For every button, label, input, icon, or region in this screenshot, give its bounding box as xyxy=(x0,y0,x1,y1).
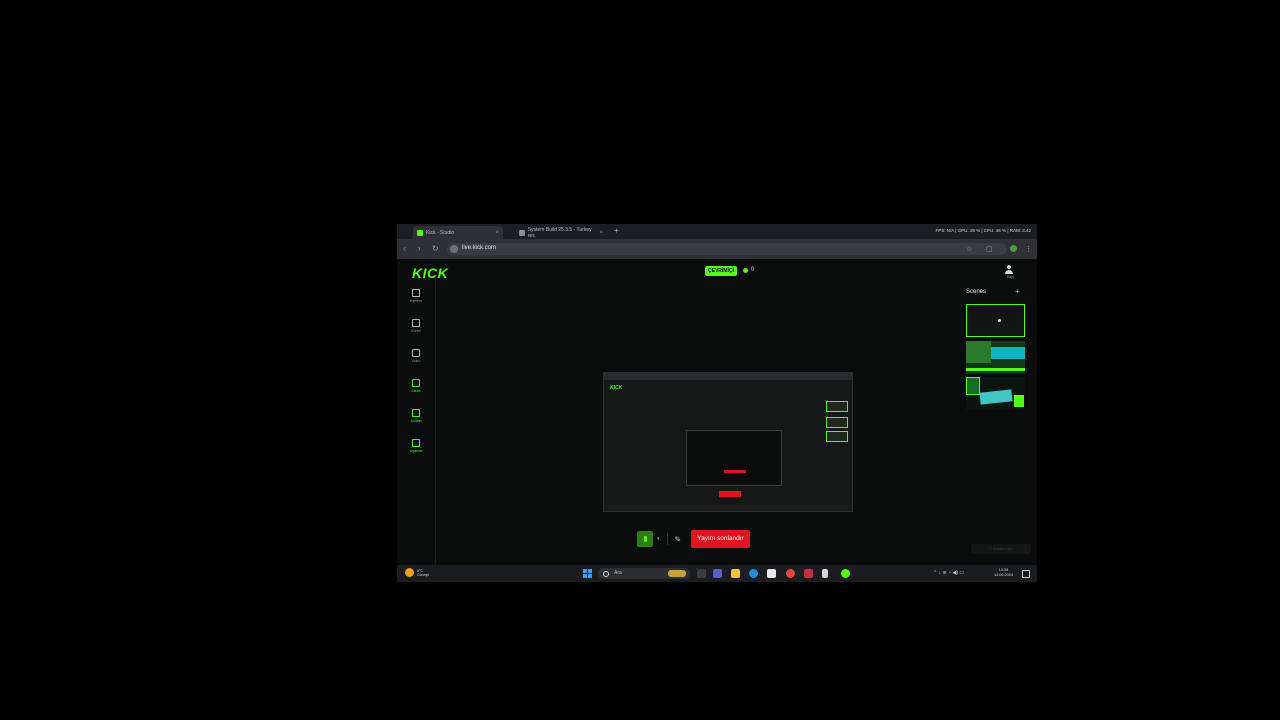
url-text: live.kick.com xyxy=(462,245,497,251)
tab-kick-studio[interactable]: Kick - Studio × xyxy=(413,226,503,239)
teams-icon[interactable] xyxy=(713,569,722,578)
stream-controls: ▾ ✎ Yayını sonlandır xyxy=(637,530,750,548)
sidebar-item-image[interactable]: Görsel xyxy=(397,319,435,333)
edit-pencil-icon[interactable]: ✎ xyxy=(675,535,682,544)
sidebar-item-chat[interactable]: Sohbet xyxy=(397,409,435,423)
app-icon[interactable] xyxy=(804,569,813,578)
scenes-title: Scenes xyxy=(966,289,987,295)
camera-icon xyxy=(412,289,420,297)
viewer-counter: 0 xyxy=(743,267,754,273)
windows-start-icon[interactable] xyxy=(583,569,592,578)
close-icon[interactable]: × xyxy=(495,230,499,236)
profile-icon[interactable] xyxy=(1010,245,1017,252)
weather-widget[interactable]: 6°C Güneşli xyxy=(405,568,429,577)
site-info-icon[interactable] xyxy=(450,245,458,253)
scene-thumbnail[interactable] xyxy=(966,377,1025,410)
close-icon[interactable]: × xyxy=(599,230,603,236)
tab-title: Kick - Studio xyxy=(426,229,455,236)
microphone-icon xyxy=(643,536,647,542)
task-view-icon[interactable] xyxy=(697,569,706,578)
system-tray[interactable]: ⌃ ↓ ≋ ◔ ◀) ▭ xyxy=(933,570,964,576)
end-stream-button[interactable]: Yayını sonlandır xyxy=(691,530,750,548)
tab-favicon-icon xyxy=(519,229,525,236)
tab-system-build[interactable]: System Build 25.3.5 - Turkey res × xyxy=(515,226,607,239)
sidebar-item-screen[interactable]: Ekran xyxy=(397,379,435,393)
new-tab-button[interactable]: + xyxy=(614,226,619,235)
stream-preview[interactable]: KICK xyxy=(603,372,853,512)
recorded-screen: Kick - Studio × System Build 25.3.5 - Tu… xyxy=(397,224,1037,582)
microphone-button[interactable] xyxy=(637,531,653,547)
sidebar-item-camera[interactable]: Kamera xyxy=(397,289,435,303)
file-explorer-icon[interactable] xyxy=(731,569,740,578)
nested-preview xyxy=(686,430,782,486)
kick-favicon-icon xyxy=(417,229,423,236)
kick-studio-app: KICK ÇEVRİMİÇİ 0 Kajo Kamera Görsel Vide… xyxy=(397,259,1037,565)
windows-taskbar: 6°C Güneşli Ara ⌃ ↓ ≋ ◔ ◀) ▭ 14:38 14.06.2… xyxy=(397,565,1037,582)
preview-kick-logo: KICK xyxy=(610,385,623,391)
weather-desc: Güneşli xyxy=(417,572,429,577)
live-status-badge: ÇEVRİMİÇİ xyxy=(705,266,737,276)
notepad-icon[interactable] xyxy=(822,569,828,578)
store-icon[interactable] xyxy=(767,569,776,578)
extensions-icon[interactable]: ▢ xyxy=(986,245,993,253)
sidebar-item-alerts[interactable]: Uyarılar xyxy=(397,439,435,453)
reload-icon[interactable]: ↻ xyxy=(432,244,439,253)
image-icon xyxy=(412,319,420,327)
alerts-icon xyxy=(412,439,420,447)
scene-thumbnail[interactable] xyxy=(966,304,1025,337)
taskbar-search-input[interactable]: Ara xyxy=(598,568,690,579)
taskbar-clock[interactable]: 14:38 14.06.2024 xyxy=(994,568,1013,578)
source-sidebar: Kamera Görsel Video Ekran Sohbet Uyarıla… xyxy=(397,279,436,565)
scene-thumbnail[interactable] xyxy=(966,341,1025,374)
browser-tab-bar: Kick - Studio × System Build 25.3.5 - Tu… xyxy=(397,224,1037,239)
notification-icon[interactable] xyxy=(1022,570,1030,578)
back-arrow-icon[interactable]: ‹ xyxy=(403,244,406,253)
kick-app-icon[interactable] xyxy=(841,569,850,578)
avatar[interactable] xyxy=(1004,265,1014,275)
system-monitor-readout: FPS: N/A | GPU: 28 % | CPU: 46 % | RAM: … xyxy=(935,228,1031,233)
screen-icon xyxy=(412,379,420,387)
add-scene-button[interactable]: + xyxy=(1015,287,1020,296)
weather-sun-icon xyxy=(405,568,414,577)
add-scene-disabled-button[interactable]: + Sahne ekle xyxy=(971,544,1031,554)
forward-arrow-icon[interactable]: › xyxy=(418,244,421,253)
edge-browser-icon[interactable] xyxy=(749,569,758,578)
sidebar-item-video[interactable]: Video xyxy=(397,349,435,363)
chrome-icon[interactable] xyxy=(786,569,795,578)
bookmark-star-icon[interactable]: ☆ xyxy=(966,245,972,253)
viewer-count: 0 xyxy=(751,267,755,273)
avatar-label: Kajo xyxy=(1007,275,1015,279)
address-bar[interactable]: live.kick.com xyxy=(447,243,1007,255)
video-icon xyxy=(412,349,420,357)
viewers-icon xyxy=(743,267,748,273)
chat-icon xyxy=(412,409,420,417)
menu-kebab-icon[interactable]: ⋮ xyxy=(1025,245,1032,253)
search-icon xyxy=(603,571,609,577)
browser-toolbar: ‹ › ↻ live.kick.com ☆ ▢ ⋮ xyxy=(397,239,1037,259)
chevron-down-icon[interactable]: ▾ xyxy=(657,536,660,542)
tab-title: System Build 25.3.5 - Turkey res xyxy=(527,226,592,239)
